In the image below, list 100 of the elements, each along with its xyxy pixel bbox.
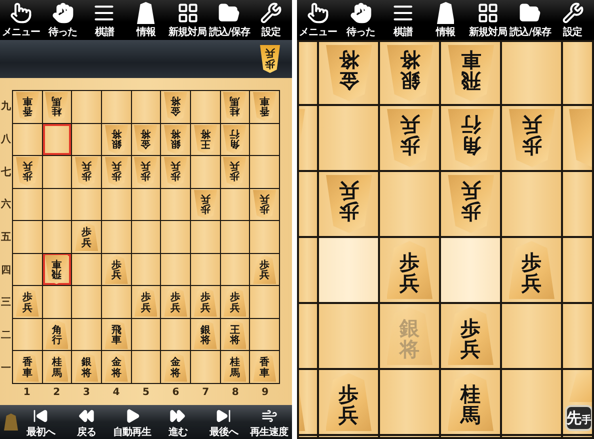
board-square[interactable]: 歩兵 xyxy=(502,106,561,170)
wrench-icon xyxy=(562,2,584,24)
board-square[interactable]: 飛車 xyxy=(441,42,500,104)
board-square[interactable] xyxy=(13,188,42,220)
board-square[interactable]: 歩兵 xyxy=(380,106,439,170)
grid-icon xyxy=(176,2,199,24)
board-square[interactable] xyxy=(132,188,160,220)
shogi-piece[interactable]: 歩兵 xyxy=(260,45,280,73)
shogi-piece[interactable]: 歩兵 xyxy=(448,307,494,365)
board-square[interactable] xyxy=(13,124,42,156)
settings-button[interactable]: 設定 xyxy=(552,0,594,40)
file-label: 4 xyxy=(112,386,120,398)
info-button[interactable]: 情報 xyxy=(424,0,467,40)
shogi-piece[interactable]: 歩兵 xyxy=(508,241,554,299)
forward-button[interactable]: 進む xyxy=(155,405,201,439)
file-label: 3 xyxy=(82,386,90,398)
file-label: 2 xyxy=(53,386,60,398)
shogi-piece[interactable]: 歩兵 xyxy=(326,175,372,233)
auto-play-button[interactable]: 自動再生 xyxy=(109,405,156,439)
grid-icon xyxy=(476,2,499,24)
board-square[interactable] xyxy=(132,254,160,286)
board-square[interactable]: 歩兵 xyxy=(319,370,378,434)
settings-button[interactable]: 設定 xyxy=(250,0,292,40)
shogi-piece[interactable]: 歩兵 xyxy=(508,109,554,167)
board-square[interactable] xyxy=(190,254,220,286)
board-square[interactable] xyxy=(161,254,190,286)
board-square[interactable] xyxy=(161,318,190,350)
info-button[interactable]: 情報 xyxy=(125,0,167,40)
board-square[interactable] xyxy=(42,286,72,318)
piece-icon xyxy=(436,2,454,24)
board-square[interactable] xyxy=(250,124,279,156)
board-square[interactable] xyxy=(132,91,160,123)
board-square[interactable]: 歩兵 xyxy=(502,238,561,302)
board-square[interactable] xyxy=(42,221,72,253)
speed-icon xyxy=(260,408,278,424)
wrench-icon xyxy=(260,2,282,24)
board-square[interactable]: 銀将 xyxy=(380,42,439,104)
record-button[interactable]: 棋譜 xyxy=(382,0,424,40)
rank-label: 三 xyxy=(1,296,11,310)
board-square[interactable] xyxy=(13,254,42,286)
folder-icon xyxy=(218,2,240,24)
board-square[interactable]: 歩兵 xyxy=(319,172,378,236)
board-square[interactable] xyxy=(72,188,101,220)
undo-button[interactable]: 待った xyxy=(42,0,84,40)
first-move-button[interactable]: 最初へ xyxy=(18,405,64,439)
board-square[interactable]: 金将 xyxy=(319,42,378,104)
load-save-button[interactable]: 読込/保存 xyxy=(509,0,552,40)
shogi-piece[interactable]: 歩兵 xyxy=(448,175,494,233)
board-square[interactable] xyxy=(132,351,160,383)
last-move-button[interactable]: 最後へ xyxy=(200,405,246,439)
board-square[interactable]: 角行 xyxy=(441,106,500,170)
board-square[interactable]: 歩兵 xyxy=(380,238,439,302)
shogi-piece[interactable]: 歩兵 xyxy=(386,241,432,299)
new-game-button[interactable]: 新規対局 xyxy=(466,0,510,40)
board-square[interactable] xyxy=(250,318,279,350)
rewind-icon xyxy=(78,408,95,424)
rank-label: 六 xyxy=(1,197,11,212)
record-button[interactable]: 棋譜 xyxy=(83,0,126,40)
shogi-piece[interactable]: 桂馬 xyxy=(448,373,494,431)
board-square[interactable] xyxy=(42,156,72,188)
board-square[interactable] xyxy=(72,318,101,350)
rank-label: 四 xyxy=(1,264,11,277)
board-square[interactable]: 歩兵 xyxy=(441,172,500,236)
new-game-button[interactable]: 新規対局 xyxy=(166,0,209,40)
shogi-piece[interactable]: 歩兵 xyxy=(326,373,372,431)
board-square[interactable] xyxy=(220,254,250,286)
skip-back-icon xyxy=(32,408,50,424)
rank-label: 一 xyxy=(1,362,11,375)
piece-icon xyxy=(137,2,155,24)
file-label: 9 xyxy=(262,386,269,398)
back-button[interactable]: 戻る xyxy=(64,405,110,439)
undo-button[interactable]: 待った xyxy=(339,0,382,40)
shogi-piece[interactable]: 角行 xyxy=(448,109,494,167)
menu-button[interactable]: メニュー xyxy=(297,0,340,40)
load-save-button[interactable]: 読込/保存 xyxy=(208,0,250,40)
file-label: 7 xyxy=(202,386,210,398)
board-square[interactable] xyxy=(72,124,101,156)
shogi-piece[interactable]: 飛車 xyxy=(448,45,494,101)
speed-button[interactable]: 再生速度 xyxy=(246,405,292,439)
board-square[interactable] xyxy=(72,254,101,286)
board-square[interactable]: 桂馬 xyxy=(441,370,500,434)
board-square[interactable] xyxy=(102,188,131,220)
board-square[interactable] xyxy=(161,188,190,220)
shogi-piece[interactable]: 銀将 xyxy=(386,45,432,101)
board-square[interactable] xyxy=(220,221,250,253)
board-square[interactable] xyxy=(220,188,250,220)
board-square[interactable] xyxy=(42,124,72,156)
menu-button[interactable]: メニュー xyxy=(0,0,42,40)
board-square[interactable]: 歩兵 xyxy=(441,304,500,368)
shogi-piece[interactable]: 歩兵 xyxy=(386,109,432,167)
board-square[interactable] xyxy=(132,318,160,350)
folder-icon xyxy=(519,2,542,24)
board-square[interactable] xyxy=(42,188,72,220)
rank-label: 五 xyxy=(1,230,11,244)
board-square[interactable] xyxy=(13,318,42,350)
file-label: 1 xyxy=(23,386,30,398)
board-square[interactable] xyxy=(132,221,160,253)
file-label: 8 xyxy=(232,386,239,398)
rank-label: 七 xyxy=(1,166,11,179)
shogi-piece[interactable]: 金将 xyxy=(326,45,372,101)
